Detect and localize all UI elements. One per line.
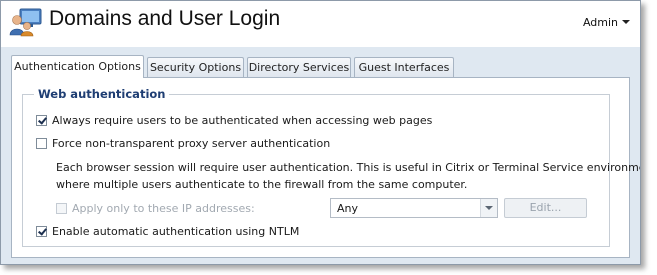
user-menu-label: Admin [582, 16, 618, 29]
always-require-option[interactable]: Always require users to be authenticated… [36, 114, 432, 127]
page-title: Domains and User Login [49, 7, 281, 30]
tab-area: Authentication Options Security Options … [1, 47, 640, 264]
force-proxy-label: Force non-transparent proxy server authe… [52, 137, 331, 150]
force-proxy-checkbox[interactable] [36, 138, 47, 149]
tab-panel: Web authentication Always require users … [11, 77, 640, 258]
force-proxy-option[interactable]: Force non-transparent proxy server authe… [36, 137, 330, 150]
always-require-label: Always require users to be authenticated… [52, 114, 433, 127]
apply-ip-option[interactable]: Apply only to these IP addresses: [56, 202, 255, 215]
chevron-down-icon[interactable] [480, 199, 497, 217]
ip-address-select[interactable]: Any [330, 198, 498, 218]
tab-authentication-options[interactable]: Authentication Options [11, 55, 144, 78]
edit-button[interactable]: Edit... [504, 198, 587, 218]
description-line-1: Each browser session will require user a… [56, 161, 641, 174]
chevron-down-icon [622, 20, 630, 24]
apply-ip-checkbox[interactable] [56, 203, 67, 214]
group-legend: Web authentication [34, 87, 170, 101]
always-require-checkbox[interactable] [36, 115, 47, 126]
tab-directory-services[interactable]: Directory Services [247, 57, 351, 77]
description-line-2: where multiple users authenticate to the… [56, 178, 468, 191]
ntlm-option[interactable]: Enable automatic authentication using NT… [36, 225, 299, 238]
ip-select-value: Any [337, 202, 359, 215]
window: Domains and User Login Admin Authenticat… [0, 0, 641, 265]
user-menu[interactable]: Admin [583, 16, 630, 29]
header: Domains and User Login Admin [1, 1, 640, 47]
users-monitor-icon [9, 7, 43, 37]
tab-guest-interfaces[interactable]: Guest Interfaces [354, 57, 454, 77]
ntlm-label: Enable automatic authentication using NT… [52, 225, 300, 238]
ntlm-checkbox[interactable] [36, 226, 47, 237]
tab-security-options[interactable]: Security Options [147, 57, 244, 77]
apply-ip-label: Apply only to these IP addresses: [72, 202, 255, 215]
